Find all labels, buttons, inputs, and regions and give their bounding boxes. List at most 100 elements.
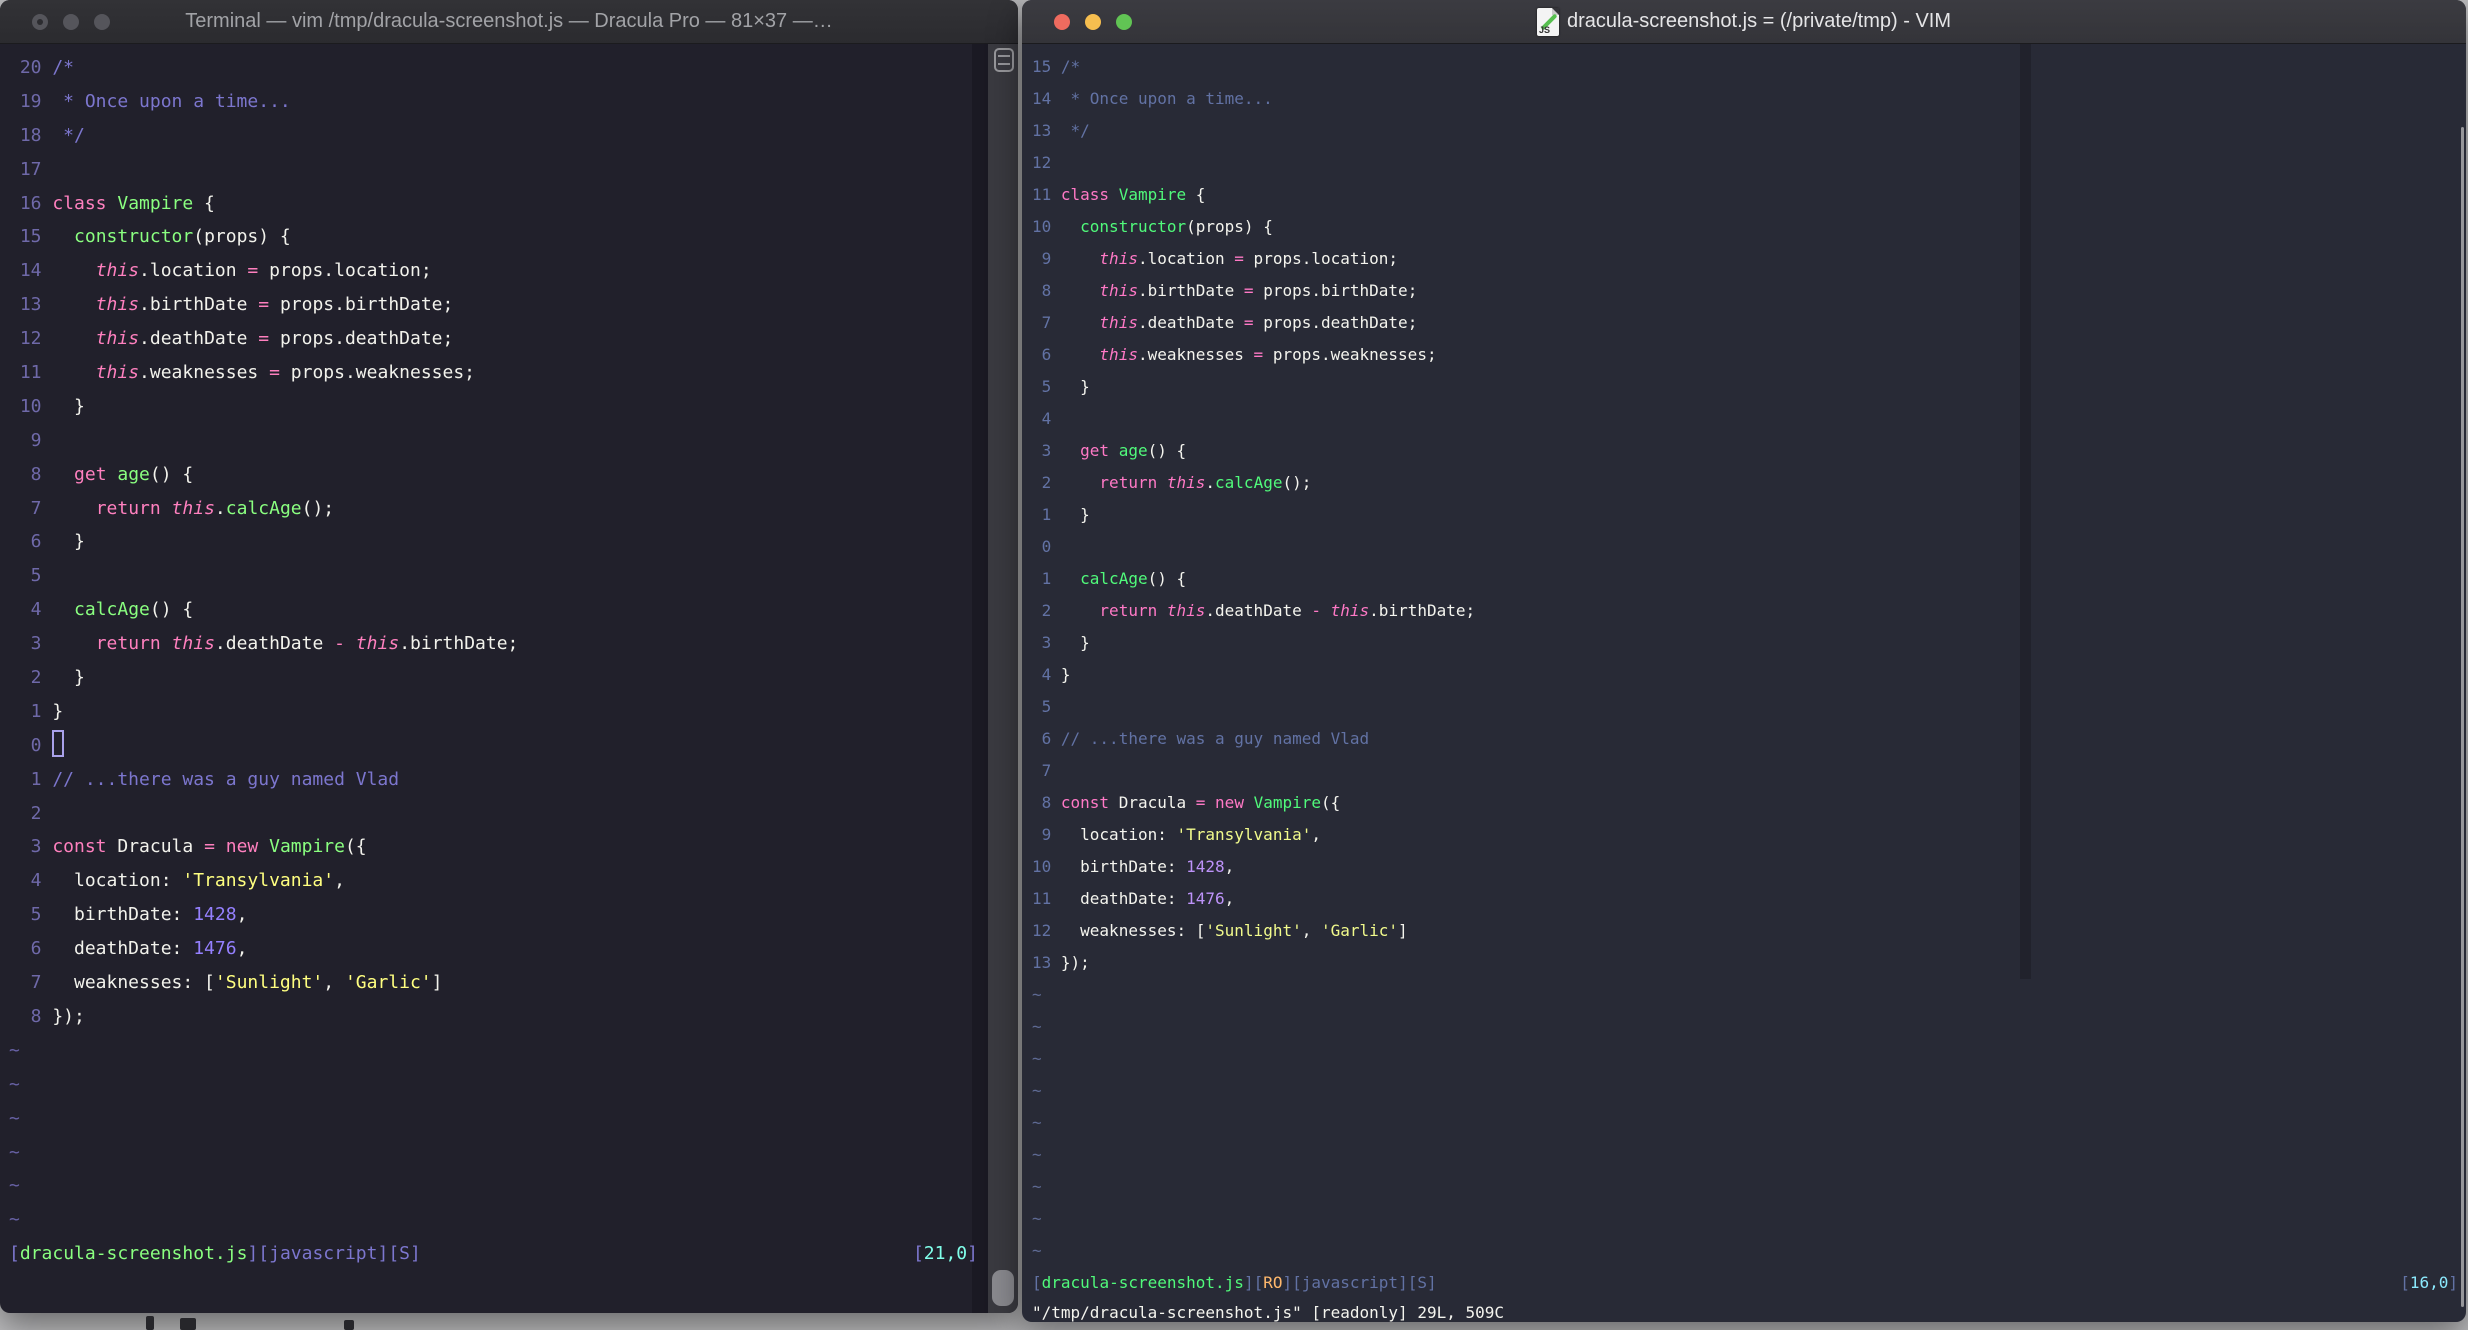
minimize-button-icon[interactable] [1085, 14, 1101, 30]
vim-statusline-left: [dracula-screenshot.js][javascript][S] [… [9, 1237, 978, 1271]
code-line: 11 this.weaknesses = props.weaknesses; [9, 356, 1018, 390]
code-line: 8 get age() { [9, 458, 1018, 492]
line-number: 16 [19, 192, 42, 214]
code-token: . [214, 497, 226, 519]
statusline-cursor-position: [21,0] [913, 1237, 978, 1271]
macvim-titlebar[interactable]: JS dracula-screenshot.js = (/private/tmp… [1022, 0, 2466, 44]
code-token: constructor [1080, 217, 1187, 236]
code-token: = [1253, 345, 1264, 364]
code-token: props.deathDate; [1253, 313, 1418, 332]
empty-buffer-line: ~ [9, 1209, 20, 1231]
line-number: 3 [30, 836, 42, 858]
close-button-icon[interactable] [32, 14, 48, 30]
code-line: 14 * Once upon a time... [1032, 83, 2466, 115]
code-token: calcAge [1080, 569, 1148, 588]
line-number: 2 [1041, 473, 1052, 492]
line-number: 5 [1041, 697, 1052, 716]
macvim-content[interactable]: 15/* 14 * Once upon a time... 13 */12 11 cla… [1022, 44, 2466, 1322]
code-line: 1 } [1032, 499, 2466, 531]
code-line: 10 constructor(props) { [1032, 211, 2466, 243]
code-token: = [269, 362, 280, 384]
code-token: /* [52, 57, 75, 78]
empty-buffer-line: ~ [9, 1175, 20, 1197]
code-token: (props) { [193, 226, 291, 248]
code-line: 7 weaknesses: ['Sunlight', 'Garlic'] [9, 966, 1018, 1000]
minimize-button-icon[interactable] [63, 14, 79, 30]
code-line: 1 calcAge() { [1032, 563, 2466, 595]
code-line: 6 } [9, 525, 1018, 559]
code-token: Vampire [1118, 185, 1187, 204]
line-number: 1 [30, 768, 42, 790]
terminal-scrollbar-thumb[interactable] [992, 1270, 1014, 1306]
code-line: 17 [9, 153, 1018, 187]
code-line: 13 this.birthDate = props.birthDate; [9, 288, 1018, 322]
code-line: 9 location: 'Transylvania', [1032, 819, 2466, 851]
close-button-icon[interactable] [1054, 14, 1070, 30]
code-token: .deathDate [139, 328, 259, 350]
terminal-scrollbar-track[interactable] [988, 44, 1018, 1313]
code-token: ] [431, 972, 443, 994]
code-line: 15 constructor(props) { [9, 220, 1018, 254]
split-pane-button[interactable] [994, 48, 1014, 72]
code-token: { [193, 192, 215, 214]
code-token: Vampire [117, 192, 194, 214]
line-number: 4 [1041, 665, 1052, 684]
code-token: 'Garlic' [344, 972, 432, 994]
vim-message-line: "/tmp/dracula-screenshot.js" [readonly] … [1032, 1303, 1505, 1322]
terminal-titlebar[interactable]: Terminal — vim /tmp/dracula-screenshot.j… [0, 0, 1018, 44]
code-line: 20 /* [9, 51, 1018, 85]
line-number: 14 [1032, 89, 1052, 108]
code-token: } [52, 700, 64, 722]
code-token: = [1234, 249, 1244, 268]
code-token: () { [149, 463, 194, 485]
code-token: new [1215, 793, 1244, 812]
line-number: 15 [1032, 57, 1052, 76]
code-token: }); [52, 1005, 85, 1027]
code-line: 7 this.deathDate = props.deathDate; [1032, 307, 2466, 339]
code-line: 6 this.weaknesses = props.weaknesses; [1032, 339, 2466, 371]
terminal-content[interactable]: 20/* 19 * Once upon a time... 18 */17 16 cla… [0, 44, 1018, 1313]
zoom-button-icon[interactable] [94, 14, 110, 30]
code-token: = [247, 260, 259, 282]
code-token: Vampire [269, 836, 345, 858]
code-token: calcAge [74, 599, 150, 621]
code-token: javascript [1301, 1273, 1399, 1292]
code-line: 18 */ [9, 119, 1018, 153]
code-line: 2 [9, 797, 1018, 831]
code-token: */ [52, 124, 85, 146]
code-token: this [95, 362, 140, 384]
code-line: 1} [9, 695, 1018, 729]
code-token: this [95, 294, 140, 316]
code-token: javascript [269, 1243, 378, 1264]
vim-buffer-left[interactable]: 20/* 19 * Once upon a time... 18 */17 16 cla… [0, 44, 1018, 1237]
line-number: 17 [19, 158, 42, 180]
empty-buffer-line: ~ [9, 1073, 20, 1095]
line-number: 1 [1041, 505, 1052, 524]
empty-buffer-line: ~ [9, 1141, 20, 1163]
line-number: 14 [19, 260, 42, 282]
code-token: this [1330, 601, 1370, 620]
empty-buffer-line: ~ [1032, 1113, 1042, 1132]
macvim-scrollbar[interactable] [2461, 127, 2464, 1307]
code-line: 4 [1032, 403, 2466, 435]
macvim-window: JS dracula-screenshot.js = (/private/tmp… [1022, 0, 2466, 1322]
code-token: ] [1398, 921, 1408, 940]
zoom-button-icon[interactable] [1116, 14, 1132, 30]
code-line: 11 deathDate: 1476, [1032, 883, 2466, 915]
code-line: 12 [1032, 147, 2466, 179]
vim-buffer-right[interactable]: 15/* 14 * Once upon a time... 13 */12 11 cla… [1022, 44, 2466, 1267]
code-token: S [399, 1243, 411, 1264]
terminal-overgrid-margin [972, 44, 988, 1313]
code-token: deathDate: [52, 938, 194, 960]
